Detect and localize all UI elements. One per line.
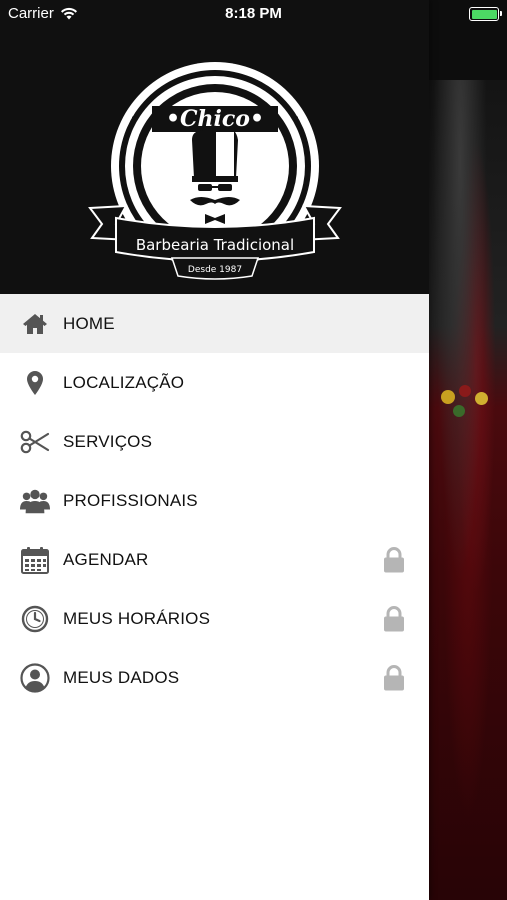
scissors-icon bbox=[20, 427, 50, 457]
drawer-menu: HOME LOCALIZAÇÃO SERVIÇOS PROFISSIONAIS … bbox=[0, 294, 429, 707]
menu-label-meus-dados: MEUS DADOS bbox=[63, 667, 180, 687]
menu-item-home[interactable]: HOME bbox=[0, 294, 429, 353]
clock-icon bbox=[20, 604, 50, 634]
location-pin-icon bbox=[20, 368, 50, 398]
lock-icon bbox=[384, 605, 404, 631]
menu-item-agendar[interactable]: AGENDAR bbox=[0, 530, 429, 589]
background-photo[interactable] bbox=[429, 80, 507, 900]
users-icon bbox=[20, 486, 50, 516]
battery-level bbox=[471, 9, 497, 19]
user-circle-icon bbox=[20, 662, 50, 693]
menu-label-agendar: AGENDAR bbox=[63, 549, 149, 569]
menu-label-localizacao: LOCALIZAÇÃO bbox=[63, 372, 185, 392]
chico-barbearia-logo: •Chico• Barbearia Tradicional Desde 1987 bbox=[88, 62, 342, 280]
menu-item-servicos[interactable]: SERVIÇOS bbox=[0, 412, 429, 471]
calendar-icon bbox=[20, 545, 50, 575]
lock-icon bbox=[384, 546, 404, 572]
svg-text:Barbearia Tradicional: Barbearia Tradicional bbox=[136, 236, 294, 254]
drawer-header: •Chico• Barbearia Tradicional Desde 1987 bbox=[0, 0, 429, 294]
menu-label-home: HOME bbox=[63, 313, 115, 333]
menu-label-profissionais: PROFISSIONAIS bbox=[63, 490, 198, 510]
battery-icon bbox=[469, 7, 502, 21]
menu-item-localizacao[interactable]: LOCALIZAÇÃO bbox=[0, 353, 429, 412]
menu-item-profissionais[interactable]: PROFISSIONAIS bbox=[0, 471, 429, 530]
home-icon bbox=[20, 309, 50, 339]
menu-label-servicos: SERVIÇOS bbox=[63, 431, 153, 451]
menu-label-meus-horarios: MEUS HORÁRIOS bbox=[63, 608, 211, 628]
menu-item-meus-dados[interactable]: MEUS DADOS bbox=[0, 648, 429, 707]
menu-item-meus-horarios[interactable]: MEUS HORÁRIOS bbox=[0, 589, 429, 648]
navigation-drawer: •Chico• Barbearia Tradicional Desde 1987 bbox=[0, 0, 429, 900]
lock-icon bbox=[384, 664, 404, 690]
status-time: 8:18 PM bbox=[225, 5, 282, 22]
svg-text:Desde 1987: Desde 1987 bbox=[188, 265, 242, 275]
status-bar: Carrier 8:18 PM bbox=[0, 0, 507, 28]
